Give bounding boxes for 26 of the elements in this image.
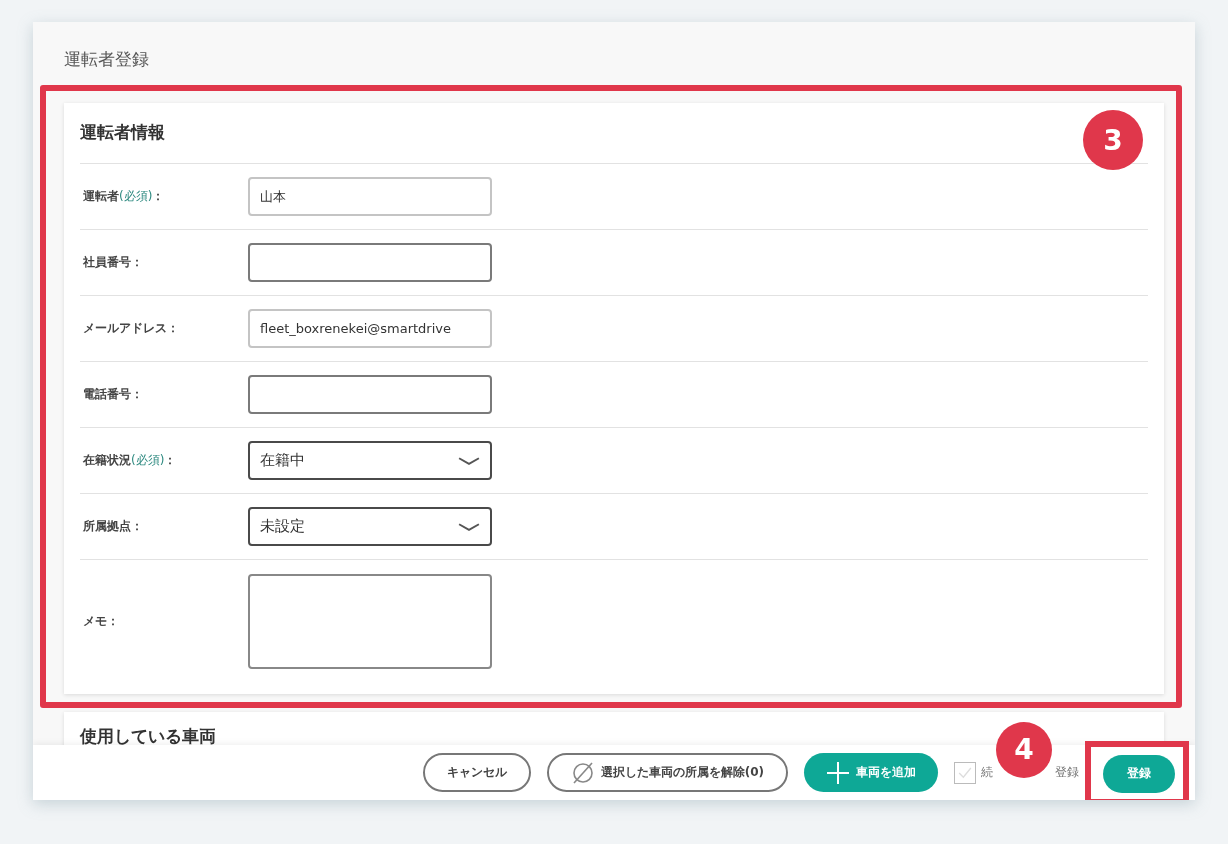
input-field[interactable]	[248, 243, 492, 282]
step-badge: 3	[1083, 110, 1143, 170]
select-field[interactable]: 未設定	[248, 507, 492, 546]
input-field[interactable]	[248, 375, 492, 414]
page-title: 運転者登録	[63, 48, 150, 71]
section-heading: 使用している車両	[80, 726, 216, 745]
outline-button[interactable]: 選択した車両の所属を解除(0)	[546, 753, 788, 792]
field-label: 電話番号：	[82, 386, 144, 403]
checkbox-label: 登録	[1055, 764, 1079, 781]
field-label: メモ：	[82, 612, 120, 630]
plus-icon	[826, 760, 850, 785]
chevron-down-icon	[458, 456, 480, 465]
field-label: 所属拠点：	[82, 518, 144, 535]
input-field[interactable]: 山本	[248, 177, 492, 216]
checkbox-label: 続	[981, 764, 993, 781]
checkbox[interactable]	[954, 761, 976, 784]
field-label: 在籍状況(必須)：	[82, 452, 178, 469]
outline-button[interactable]: キャンセル	[422, 753, 531, 792]
field-label: 社員番号：	[82, 254, 144, 271]
slashed-circle-icon	[570, 760, 595, 785]
select-field[interactable]: 在籍中	[248, 441, 492, 480]
input-field[interactable]: fleet_boxrenekei@smartdrive	[248, 309, 492, 348]
field-label: 運転者(必須)：	[82, 188, 166, 205]
field-label: メールアドレス：	[82, 320, 180, 337]
text-area[interactable]	[248, 573, 492, 669]
chevron-down-icon	[458, 522, 480, 531]
